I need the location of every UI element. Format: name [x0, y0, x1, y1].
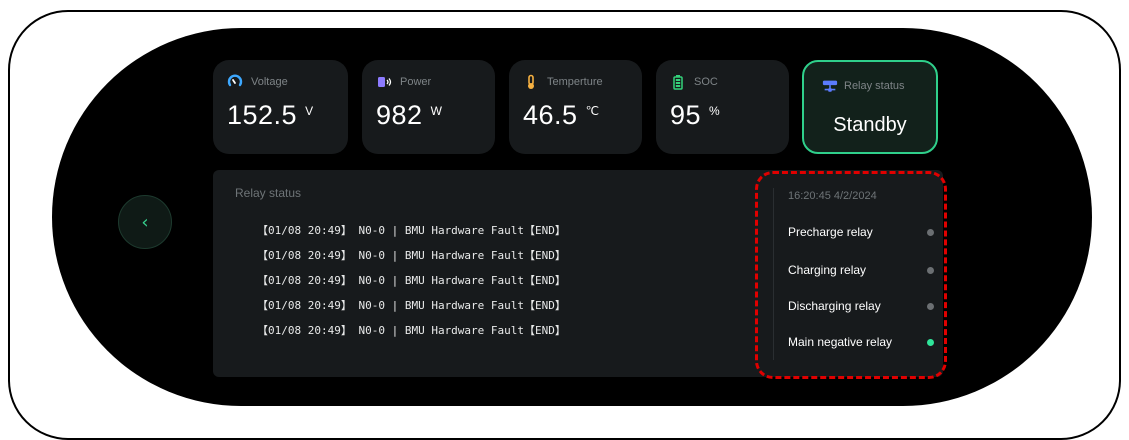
relay-card-status: Standby [833, 114, 907, 136]
gauge-icon [227, 74, 243, 90]
soc-unit: % [709, 104, 720, 118]
power-label: Power [400, 76, 432, 88]
network-icon [822, 78, 838, 94]
battery-icon [670, 74, 686, 90]
thermometer-icon [523, 74, 539, 90]
relay-card-label: Relay status [844, 80, 905, 92]
log-line: 【01/08 20:49】 N0-0 | BMU Hardware Fault【… [257, 299, 566, 312]
power-unit: W [430, 104, 442, 118]
log-list: 【01/08 20:49】 N0-0 | BMU Hardware Fault【… [257, 218, 566, 343]
power-card: Power 982 W [362, 60, 495, 154]
soc-value: 95 [670, 100, 702, 130]
voltage-label: Voltage [251, 76, 288, 88]
temperature-card: Temperture 46.5 ℃ [509, 60, 642, 154]
battery-power-icon [376, 74, 392, 90]
relay-status-card[interactable]: Relay status Standby [802, 60, 938, 154]
log-line: 【01/08 20:49】 N0-0 | BMU Hardware Fault【… [257, 274, 566, 287]
log-line: 【01/08 20:49】 N0-0 | BMU Hardware Fault【… [257, 249, 566, 262]
power-value: 982 [376, 100, 423, 130]
panel-title: Relay status [235, 186, 302, 200]
soc-label: SOC [694, 76, 718, 88]
log-line: 【01/08 20:49】 N0-0 | BMU Hardware Fault【… [257, 324, 566, 337]
highlight-annotation [755, 171, 947, 379]
temperature-unit: ℃ [585, 104, 600, 118]
back-button[interactable]: ‹ [118, 195, 172, 249]
log-line: 【01/08 20:49】 N0-0 | BMU Hardware Fault【… [257, 224, 566, 237]
chevron-left-icon: ‹ [141, 211, 149, 233]
voltage-unit: V [305, 104, 314, 118]
temperature-value: 46.5 [523, 100, 578, 130]
voltage-value: 152.5 [227, 100, 298, 130]
temperature-label: Temperture [547, 76, 603, 88]
voltage-card: Voltage 152.5 V [213, 60, 348, 154]
soc-card: SOC 95 % [656, 60, 789, 154]
